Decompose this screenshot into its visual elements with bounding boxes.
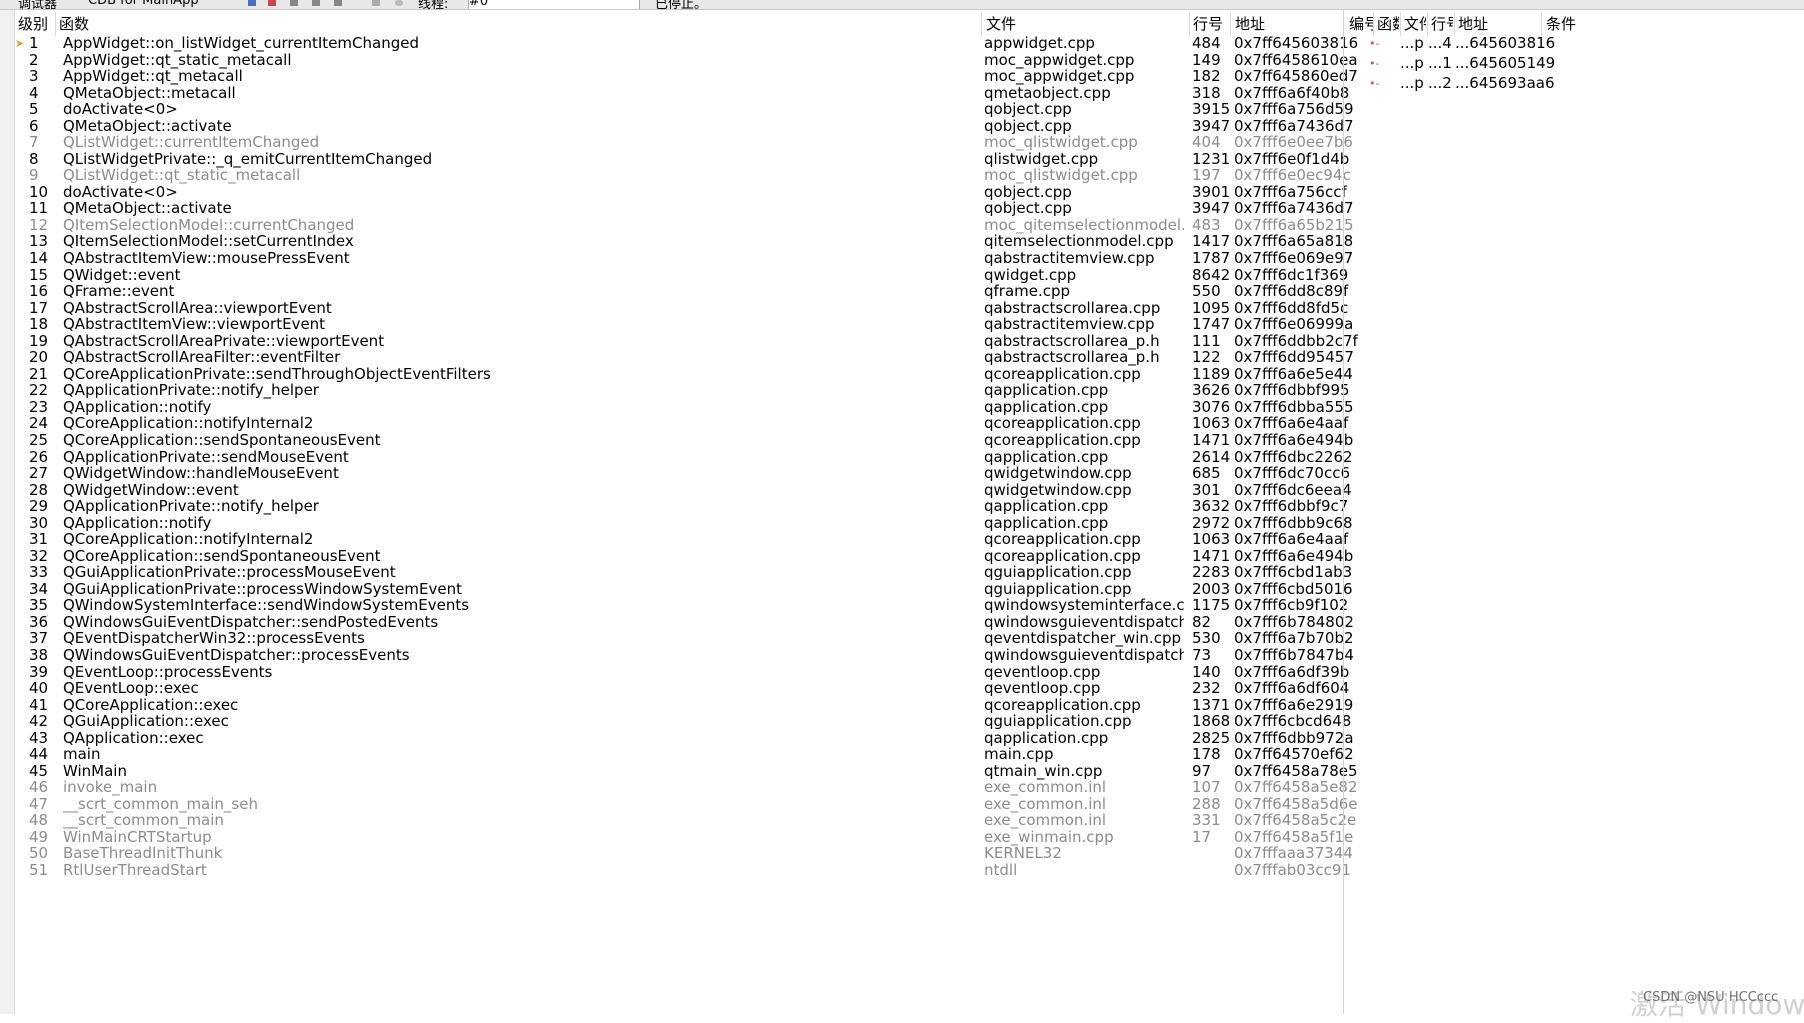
debug-session-tab[interactable]: CDB for MainApp bbox=[88, 0, 199, 8]
column-divider[interactable] bbox=[1230, 12, 1231, 36]
continue-icon[interactable] bbox=[248, 0, 256, 6]
breakpoint-function: ...p bbox=[1400, 74, 1424, 92]
column-divider[interactable] bbox=[981, 12, 982, 36]
source-credit: CSDN @NSU HCCccc bbox=[1643, 990, 1779, 1005]
frame-function: RtlUserThreadStart bbox=[63, 861, 207, 879]
debugger-toolbar: 调试器 CDB for MainApp 线程: #0 已停止。 bbox=[0, 0, 1804, 10]
debugger-status: 已停止。 bbox=[655, 0, 708, 10]
frame-level: 51 bbox=[29, 861, 49, 879]
thread-select[interactable]: #0 bbox=[468, 0, 640, 9]
pane-splitter[interactable] bbox=[1343, 10, 1344, 1014]
breakpoint-marker-icon: •- bbox=[1369, 77, 1380, 90]
reverse-icon[interactable] bbox=[395, 0, 403, 6]
step-out-icon[interactable] bbox=[334, 0, 342, 6]
frame-line bbox=[1192, 861, 1232, 880]
stack-frame-row[interactable]: 51 RtlUserThreadStart ntdll 0x7fffab03cc91 bbox=[15, 861, 1545, 880]
step-into-icon[interactable] bbox=[312, 0, 320, 6]
frame-address: 0x7fffab03cc91 bbox=[1234, 861, 1351, 879]
breakpoint-row[interactable]: •- ...p ...2 ...645693aa6 bbox=[1364, 72, 1616, 95]
restart-icon[interactable] bbox=[372, 0, 380, 6]
frame-file: ntdll bbox=[984, 861, 1018, 879]
breakpoint-address: ...645693aa6 bbox=[1455, 74, 1555, 92]
step-over-icon[interactable] bbox=[290, 0, 298, 6]
thread-label: 线程: bbox=[418, 0, 449, 10]
stop-icon[interactable] bbox=[268, 0, 276, 6]
column-divider[interactable] bbox=[1189, 12, 1190, 36]
margin-strip bbox=[0, 10, 15, 1014]
column-divider[interactable] bbox=[55, 12, 56, 36]
debugger-title: 调试器 bbox=[18, 0, 58, 10]
breakpoint-line: ...2 bbox=[1428, 74, 1452, 92]
